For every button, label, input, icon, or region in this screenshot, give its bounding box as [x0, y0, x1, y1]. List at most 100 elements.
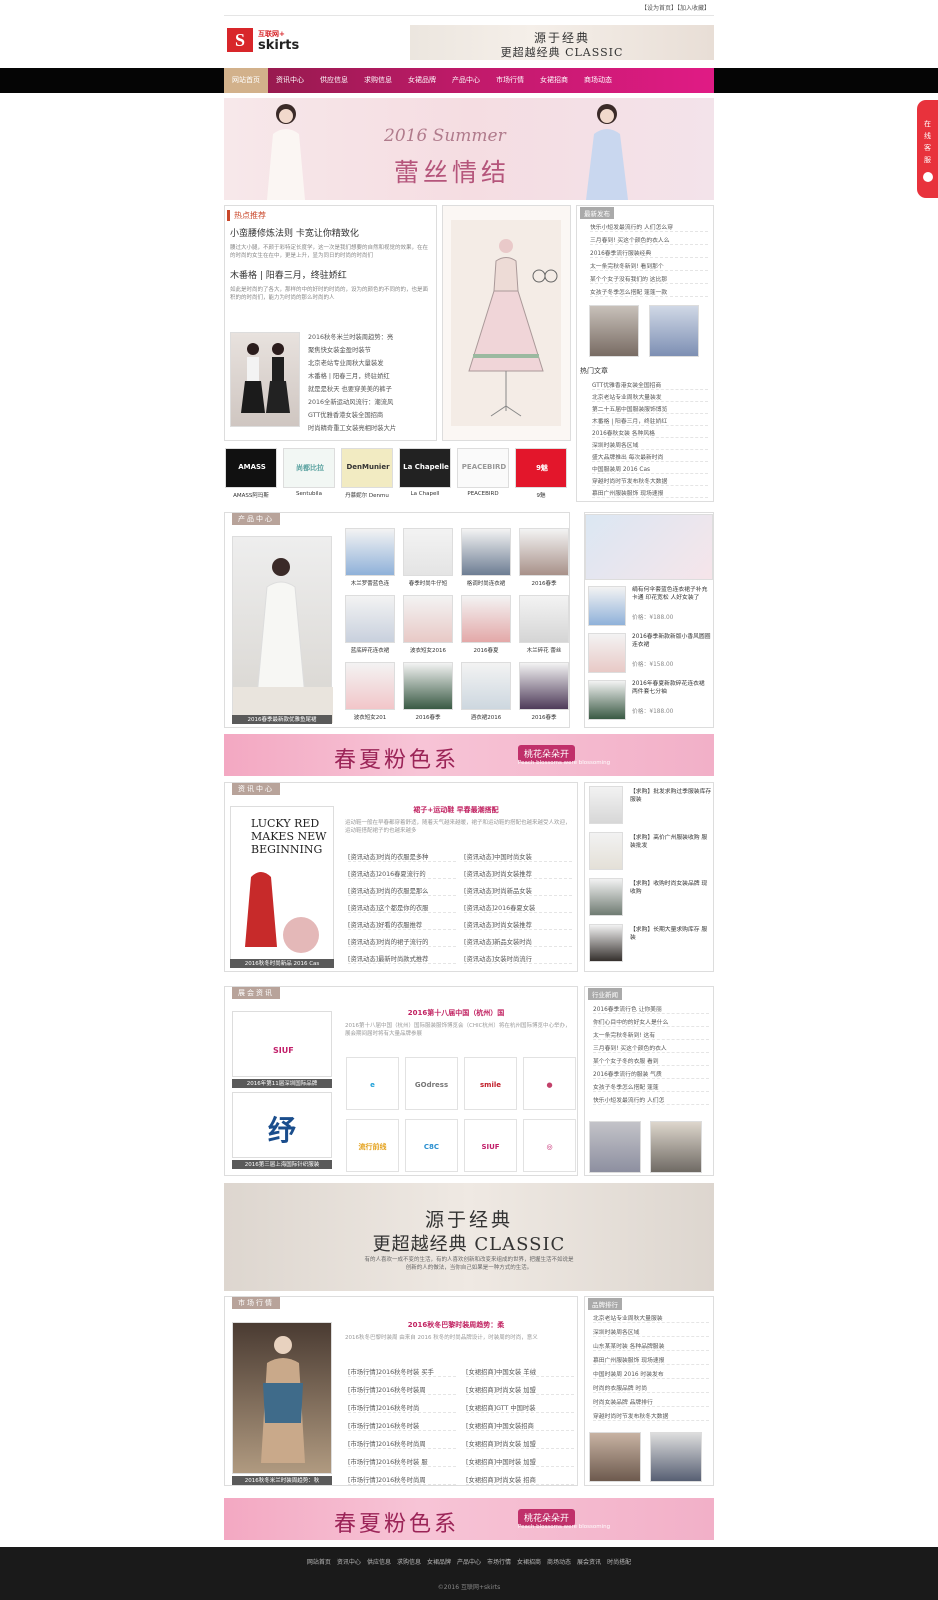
- news-side-title[interactable]: 【求购】批发求购过季服装库存服装: [630, 788, 712, 812]
- product-name[interactable]: 格调时尚连衣裙: [461, 579, 511, 587]
- industry-item[interactable]: 2016春季流行色 让你美丽: [593, 1004, 709, 1014]
- hero-banner[interactable]: 2016 Summer 蕾丝情结: [224, 98, 714, 200]
- hot-title-1[interactable]: 小蛮腰修炼法则 卡宽让你精致化: [230, 226, 359, 239]
- latest-image[interactable]: [649, 305, 699, 357]
- market-item[interactable]: [女裙招商]时尚女装 招商: [466, 1475, 574, 1485]
- hot-image[interactable]: [230, 332, 300, 427]
- news-item[interactable]: [资讯动态]最新时尚款式推荐: [348, 954, 456, 964]
- news-image[interactable]: LUCKY RED MAKES NEW BEGINNING: [230, 806, 334, 962]
- side-product-image[interactable]: [588, 586, 626, 626]
- product-main-image[interactable]: [232, 536, 333, 723]
- news-side-image[interactable]: [589, 924, 623, 962]
- footer-link[interactable]: 女裙品牌: [427, 1559, 451, 1566]
- top-links[interactable]: 【设为首页】【加入收藏】: [641, 3, 710, 12]
- hot-article-item[interactable]: 中国服装周 2016 Cas: [592, 464, 708, 474]
- market-item[interactable]: [女裙招商]时尚女装 加盟: [466, 1385, 574, 1395]
- expo-logo-2[interactable]: 纾: [232, 1092, 332, 1158]
- dress-sketch-image[interactable]: [443, 206, 570, 440]
- news-headline[interactable]: 裙子+运动鞋 早春最潮搭配: [340, 805, 572, 815]
- product-name[interactable]: 波衣短女2016: [403, 646, 453, 654]
- nav-item[interactable]: 女裙招商: [532, 68, 576, 93]
- news-side-title[interactable]: 【求购】收购时尚女装品牌 现收购: [630, 880, 712, 904]
- nav-item[interactable]: 求购信息: [356, 68, 400, 93]
- footer-link[interactable]: 求购信息: [397, 1559, 421, 1566]
- hot-list-item[interactable]: 2016秋冬米兰时装周趋势：亮: [308, 332, 432, 341]
- ranking-image[interactable]: [589, 1432, 641, 1482]
- brand-logo[interactable]: 尚都比拉: [283, 448, 335, 488]
- product-image[interactable]: [519, 662, 569, 710]
- expo-caption-2[interactable]: 2016第三届上海国际针织服装: [232, 1160, 332, 1169]
- footer-link[interactable]: 商场动态: [547, 1559, 571, 1566]
- brand-label[interactable]: 丹慕妮尔 Denmu: [341, 491, 393, 499]
- market-item[interactable]: [市场行情]2016秋冬时尚: [348, 1403, 456, 1413]
- expo-logo[interactable]: smile: [464, 1057, 517, 1110]
- shirt-image[interactable]: [585, 514, 713, 580]
- nav-item[interactable]: 市场行情: [488, 68, 532, 93]
- industry-item[interactable]: 你们心目中的的好女人是什么: [593, 1017, 709, 1027]
- industry-item[interactable]: 快乐小短发最流行的 人们怎: [593, 1095, 709, 1105]
- product-image[interactable]: [461, 595, 511, 643]
- market-item[interactable]: [市场行情]2016秋冬时尚周: [348, 1439, 456, 1449]
- news-image-caption[interactable]: 2016秋冬时尚新品 2016 Cas: [230, 959, 334, 968]
- news-side-image[interactable]: [589, 878, 623, 916]
- news-item[interactable]: [资讯动态]这个都是你的衣服: [348, 903, 456, 913]
- hot-article-item[interactable]: 第二十五届中国服装服饰博览: [592, 404, 708, 414]
- ranking-item[interactable]: 中国时装周 2016 时装发布: [593, 1369, 709, 1379]
- brand-logo[interactable]: La Chapelle: [399, 448, 451, 488]
- expo-logo[interactable]: ◎: [523, 1119, 576, 1172]
- market-image[interactable]: [232, 1322, 332, 1474]
- latest-image[interactable]: [589, 305, 639, 357]
- brand-label[interactable]: La Chapell: [399, 491, 451, 497]
- product-image[interactable]: [519, 528, 569, 576]
- latest-item[interactable]: 快乐小短发最流行的 人们怎么穿: [590, 222, 708, 232]
- ranking-item[interactable]: 穿越时尚时节发布秋冬大数据: [593, 1411, 709, 1421]
- expo-caption-1[interactable]: 2016年第11届深圳国际品牌: [232, 1079, 332, 1088]
- nav-item[interactable]: 资讯中心: [268, 68, 312, 93]
- market-image-caption[interactable]: 2016秋冬米兰时装周趋势：秋: [232, 1476, 332, 1485]
- hot-article-item[interactable]: 木番格 | 阳春三月，终驻娇红: [592, 416, 708, 426]
- side-product-title[interactable]: 2016春季新款新版小香风圆圈连衣裙: [632, 633, 712, 657]
- news-item[interactable]: [资讯动态]中国时尚女装: [464, 852, 572, 862]
- market-headline[interactable]: 2016秋冬巴黎时装周趋势：柔: [340, 1320, 572, 1330]
- latest-item[interactable]: 女孩子冬季怎么搭配 蓬蓬一款: [590, 287, 708, 297]
- market-item[interactable]: [市场行情]2016秋冬时装 买手: [348, 1367, 456, 1377]
- hot-list-item[interactable]: 2016全新运动风流行：潮流风: [308, 397, 432, 406]
- market-item[interactable]: [女裙招商]中国时装 加盟: [466, 1457, 574, 1467]
- news-item[interactable]: [资讯动态]时尚新品女装: [464, 886, 572, 896]
- product-name[interactable]: 波衣短女201: [345, 713, 395, 721]
- product-image[interactable]: [403, 595, 453, 643]
- hot-list-item[interactable]: GTT优雅香港女装全国招商: [308, 410, 432, 419]
- news-side-image[interactable]: [589, 786, 623, 824]
- industry-item[interactable]: 三月春到! 买这个颜色的衣人: [593, 1043, 709, 1053]
- product-image[interactable]: [519, 595, 569, 643]
- news-side-title[interactable]: 【求购】长期大量求购库存 服装: [630, 926, 712, 950]
- news-item[interactable]: [资讯动态]好看的衣服推荐: [348, 920, 456, 930]
- footer-link[interactable]: 女裙招商: [517, 1559, 541, 1566]
- brand-logo[interactable]: 9魅: [515, 448, 567, 488]
- news-item[interactable]: [资讯动态]2016春夏女装: [464, 903, 572, 913]
- news-item[interactable]: [资讯动态]时尚的衣服是多种: [348, 852, 456, 862]
- expo-logo[interactable]: GOdress: [405, 1057, 458, 1110]
- ranking-item[interactable]: 时尚的衣服品牌 时尚: [593, 1383, 709, 1393]
- industry-item[interactable]: 太一条完秋冬新到! 这有: [593, 1030, 709, 1040]
- brand-label[interactable]: 9魅: [515, 491, 567, 499]
- latest-item[interactable]: 2016春季流行服装经典: [590, 248, 708, 258]
- hot-article-item[interactable]: 穿越时尚时节发布秋冬大数据: [592, 476, 708, 486]
- industry-image[interactable]: [650, 1121, 702, 1173]
- ranking-item[interactable]: 北京老站专业周秋大量服装: [593, 1313, 709, 1323]
- expo-logo-1[interactable]: SIUF: [232, 1011, 332, 1077]
- brand-label[interactable]: AMASS阿玛斯: [225, 491, 277, 499]
- site-logo[interactable]: S 互联网+ skirts: [227, 28, 317, 54]
- market-item[interactable]: [市场行情]2016秋冬时尚周: [348, 1475, 456, 1485]
- news-side-image[interactable]: [589, 832, 623, 870]
- market-item[interactable]: [市场行情]2016秋冬时装周: [348, 1385, 456, 1395]
- footer-link[interactable]: 资讯中心: [337, 1559, 361, 1566]
- brand-logo[interactable]: DenMunier: [341, 448, 393, 488]
- side-product-title[interactable]: 2016年春夏新款碎花连衣裙 两件套七分袖: [632, 680, 712, 704]
- ranking-item[interactable]: 时尚女装品牌 品牌排行: [593, 1397, 709, 1407]
- latest-item[interactable]: 太一条完秋冬新到! 看到那个: [590, 261, 708, 271]
- expo-logo[interactable]: C8C: [405, 1119, 458, 1172]
- market-item[interactable]: [女裙招商]中国女装招商: [466, 1421, 574, 1431]
- online-service-button[interactable]: 在线客服: [917, 100, 938, 198]
- side-product-image[interactable]: [588, 633, 626, 673]
